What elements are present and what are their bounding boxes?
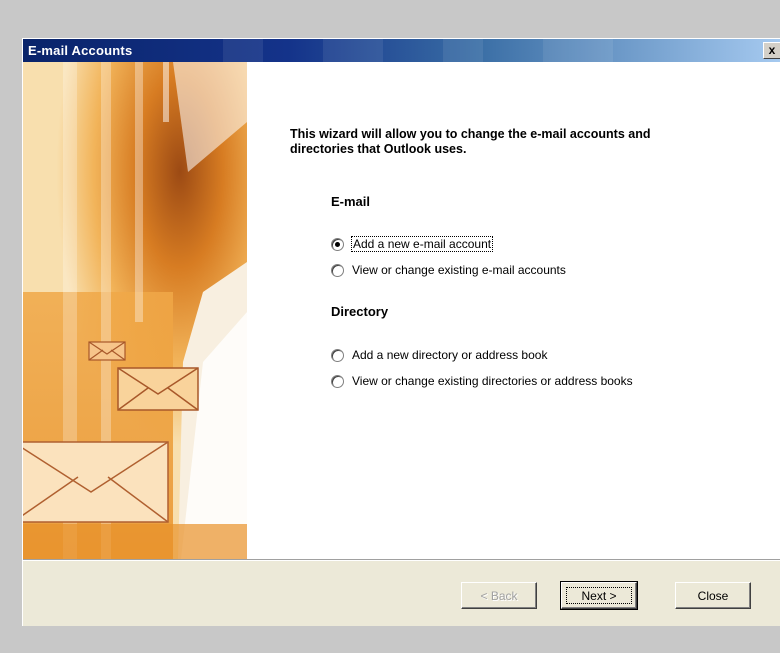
wizard-button-bar: < Back Next > Close	[23, 561, 780, 626]
radio-button-icon[interactable]	[331, 263, 344, 277]
radio-label[interactable]: View or change existing e-mail accounts	[352, 263, 566, 277]
wizard-intro-text: This wizard will allow you to change the…	[290, 127, 651, 156]
radio-add-directory[interactable]: Add a new directory or address book	[331, 347, 547, 363]
wizard-options-panel: This wizard will allow you to change the…	[247, 62, 780, 559]
radio-button-icon[interactable]	[331, 237, 344, 251]
window-title: E-mail Accounts	[28, 43, 133, 58]
close-icon[interactable]: x	[763, 42, 780, 59]
radio-button-icon[interactable]	[331, 348, 344, 362]
radio-view-directories[interactable]: View or change existing directories or a…	[331, 373, 633, 389]
email-accounts-dialog: E-mail Accounts x This wizard will allow…	[22, 38, 780, 626]
email-section-heading: E-mail	[331, 194, 371, 209]
wizard-banner-art	[23, 62, 247, 559]
radio-label[interactable]: Add a new e-mail account	[350, 236, 494, 252]
next-button[interactable]: Next >	[560, 581, 638, 610]
envelope-icon	[88, 341, 126, 361]
envelope-icon	[117, 367, 199, 411]
radio-label[interactable]: View or change existing directories or a…	[352, 374, 633, 388]
envelope-banner-image	[23, 62, 247, 559]
wizard-content: This wizard will allow you to change the…	[23, 62, 780, 559]
envelope-icon	[23, 441, 169, 523]
radio-add-email-account[interactable]: Add a new e-mail account	[331, 236, 494, 252]
directory-section-heading: Directory	[331, 304, 389, 319]
title-bar[interactable]: E-mail Accounts x	[23, 39, 780, 62]
close-button[interactable]: Close	[675, 582, 751, 609]
back-button[interactable]: < Back	[461, 582, 537, 609]
radio-button-icon[interactable]	[331, 374, 344, 388]
next-button-label: Next >	[562, 583, 636, 608]
radio-view-email-accounts[interactable]: View or change existing e-mail accounts	[331, 262, 566, 278]
radio-label[interactable]: Add a new directory or address book	[352, 348, 547, 362]
